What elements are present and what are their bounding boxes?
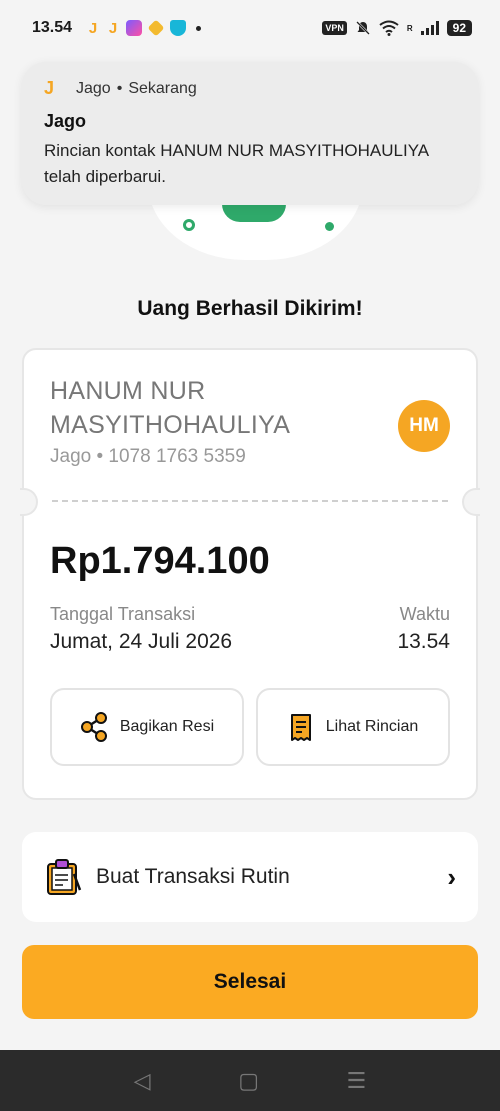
jago-status-icon-2: J xyxy=(108,19,118,37)
chevron-right-icon: › xyxy=(447,861,456,892)
status-system-icons: VPN R 92 xyxy=(322,20,472,36)
share-receipt-button[interactable]: Bagikan Resi xyxy=(50,688,244,766)
notification-time: Sekarang xyxy=(128,79,197,97)
transfer-amount: Rp1.794.100 xyxy=(50,540,270,582)
binance-status-icon xyxy=(147,19,165,37)
vpn-icon: VPN xyxy=(322,21,347,35)
avatar: HM xyxy=(398,400,450,452)
recents-icon[interactable]: ☰ xyxy=(347,1068,367,1094)
divider xyxy=(52,500,448,502)
more-notifications-dot-icon xyxy=(196,25,202,31)
push-notification[interactable]: J Jago • Sekarang Jago Rincian kontak HA… xyxy=(22,62,478,205)
battery-icon: 92 xyxy=(446,20,472,36)
done-button[interactable]: Selesai xyxy=(22,945,478,1019)
notification-separator: • xyxy=(116,79,123,97)
view-details-label: Lihat Rincian xyxy=(325,718,419,735)
signal-icon xyxy=(420,21,439,35)
back-icon[interactable]: ◁ xyxy=(134,1068,151,1094)
card-notch-left xyxy=(20,488,38,516)
recipient-name: HANUM NUR MASYITHOHAULIYA xyxy=(50,377,291,439)
bell-muted-icon xyxy=(355,21,370,35)
notification-header: J Jago • Sekarang xyxy=(44,78,456,99)
status-notification-icons: J J xyxy=(86,19,202,37)
page-title: Uang Berhasil Dikirim! xyxy=(137,297,363,320)
clipboard-icon xyxy=(47,859,82,895)
notification-app-name: Jago xyxy=(76,79,111,97)
receipt-card: HANUM NUR MASYITHOHAULIYA Jago • 1078 17… xyxy=(20,348,480,800)
receipt-icon xyxy=(290,714,311,741)
wifi-icon xyxy=(379,20,399,36)
share-icon xyxy=(80,712,107,742)
card-notch-right xyxy=(462,488,480,516)
jago-status-icon: J xyxy=(88,19,98,37)
share-receipt-label: Bagikan Resi xyxy=(119,718,215,735)
status-bar: 13.54 J J VPN R 92 xyxy=(0,0,500,56)
home-icon[interactable]: ▢ xyxy=(238,1068,259,1094)
view-details-button[interactable]: Lihat Rincian xyxy=(256,688,450,766)
roaming-label: R xyxy=(406,23,413,33)
routine-transaction-label: Buat Transaksi Rutin xyxy=(96,865,290,888)
jago-app-icon: J xyxy=(44,78,55,98)
decor-ring-icon xyxy=(183,219,195,231)
shield-status-icon xyxy=(170,20,187,36)
app-status-icon xyxy=(126,20,143,36)
decor-dot-icon xyxy=(325,222,334,231)
time-value: 13.54 xyxy=(397,630,450,653)
date-value: Jumat, 24 Juli 2026 xyxy=(50,630,233,653)
status-time: 13.54 xyxy=(32,19,73,36)
system-nav-bar: ◁ ▢ ☰ xyxy=(0,1050,500,1111)
date-label: Tanggal Transaksi xyxy=(50,604,196,624)
time-label: Waktu xyxy=(399,604,450,624)
notification-title: Jago xyxy=(44,111,87,131)
create-routine-transaction-row[interactable]: Buat Transaksi Rutin › xyxy=(22,832,478,922)
recipient-account: Jago • 1078 1763 5359 xyxy=(50,446,246,467)
notification-body: Rincian kontak HANUM NUR MASYITHOHAULIYA… xyxy=(44,141,429,186)
